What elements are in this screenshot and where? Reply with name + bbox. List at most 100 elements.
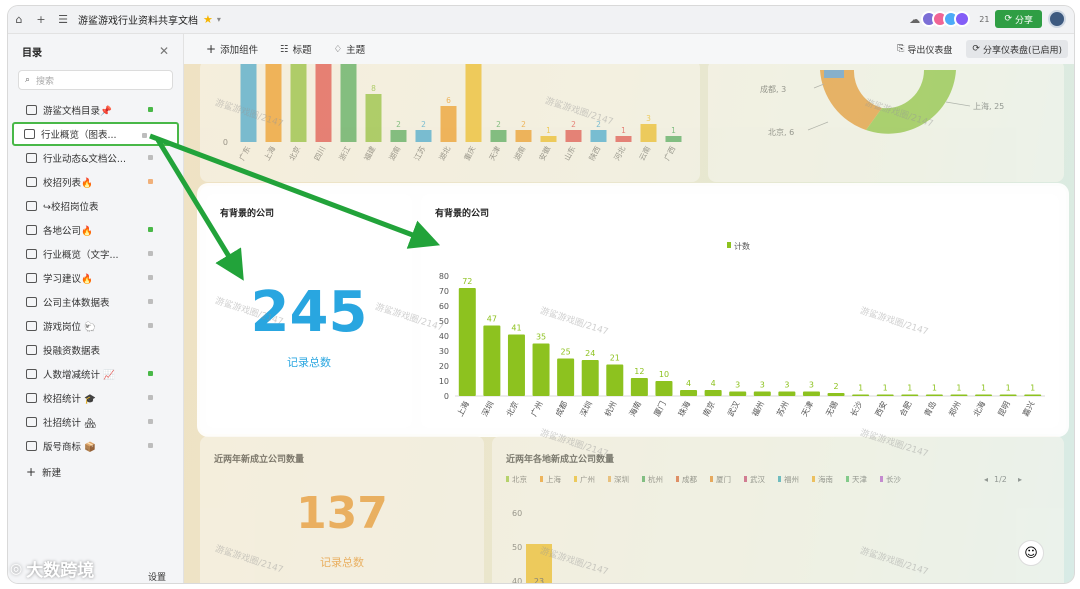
city-pie-card[interactable]: 成都, 3 上海, 25 北京, 6 — [708, 64, 1064, 182]
settings-link[interactable]: 设置 — [148, 570, 166, 583]
x-tick-label: 深圳 — [479, 399, 495, 418]
legend-label: 上海 — [546, 474, 561, 484]
bar-value-label: 3 — [809, 381, 814, 390]
status-dot — [148, 107, 153, 112]
x-tick-label: 江苏 — [411, 144, 427, 162]
document-title[interactable]: 游鲨游戏行业资料共享文档 — [78, 12, 198, 27]
sidebar-item[interactable]: 游戏岗位 🐑 — [8, 314, 183, 338]
bar — [557, 358, 575, 396]
share-button[interactable]: ⟳ 分享 — [995, 10, 1042, 28]
sidebar-item[interactable]: 行业概览（文字... — [8, 242, 183, 266]
pager-next-icon: ▸ — [1018, 475, 1022, 484]
province-bar-chart: 0 广东 上海 北京 四川 浙江 8 福建 2 湖南 2 江苏 6 湖北 重庆 2 天津 2 湖南 1 安徽 2 山东 2 陕西… — [223, 64, 682, 162]
sidebar-item[interactable]: 行业动态&文档公... — [8, 146, 183, 170]
sidebar-item[interactable]: 版号商标 📦 — [8, 434, 183, 458]
legend-swatch — [812, 476, 815, 482]
star-icon[interactable]: ★ — [203, 13, 213, 26]
sidebar-item[interactable]: 社招统计 🏘 — [8, 410, 183, 434]
status-dot — [148, 443, 153, 448]
x-tick-label: 湖南 — [386, 144, 402, 162]
table-icon — [26, 225, 37, 235]
x-tick-label: 昆明 — [996, 400, 1011, 418]
bar — [753, 391, 771, 396]
legend-swatch — [540, 476, 543, 482]
bar-value-label: 1 — [932, 384, 937, 393]
bar — [565, 130, 582, 142]
bar-value-label: 1 — [858, 384, 863, 393]
title-icon: ☷ — [280, 43, 289, 55]
sidebar-item[interactable]: 行业概览（图表... — [12, 122, 179, 146]
title-button[interactable]: ☷ 标题 — [280, 42, 312, 57]
bar — [458, 288, 476, 396]
collaborator-count: 21 — [979, 14, 990, 24]
sidebar-item[interactable]: 公司主体数据表 — [8, 290, 183, 314]
bar-value-label: 1 — [1006, 384, 1011, 393]
sidebar-item[interactable]: 各地公司🔥 — [8, 218, 183, 242]
bar — [665, 136, 682, 142]
bar-value-label: 2 — [596, 120, 601, 129]
sidebar-item[interactable]: 投融资数据表 — [8, 338, 183, 362]
x-tick-label: 厦门 — [651, 399, 667, 418]
sidebar-item[interactable]: 游鲨文档目录📌 — [8, 98, 183, 122]
province-chart-card[interactable]: 0 广东 上海 北京 四川 浙江 8 福建 2 湖南 2 江苏 6 湖北 重庆 2 天津 2 湖南 1 安徽 2 山东 2 陕西… — [200, 64, 700, 182]
x-tick-label: 福建 — [361, 144, 377, 162]
bar-value-label: 1 — [1030, 384, 1035, 393]
status-dot — [148, 155, 153, 160]
sidebar-item[interactable]: ↪校招岗位表 — [8, 194, 183, 218]
legend-swatch — [846, 476, 849, 482]
new-companies-by-city-card[interactable]: 近两年各地新成立公司数量 北京 上海 广州 深圳 杭州 成都 厦门 武汉 福州 海南 天津 长沙 ◂ 1/… — [492, 436, 1064, 583]
bar-chart-card[interactable]: 有背景的公司 计数 0 10 20 30 40 50 60 70 80 72 上海 47 深圳 41 北京 35… — [421, 194, 1059, 428]
menu-icon[interactable]: ☰ — [52, 13, 74, 26]
status-dot — [148, 227, 153, 232]
x-tick-label: 深圳 — [578, 399, 594, 418]
share-dashboard-button[interactable]: ⟳ 分享仪表盘(已启用) — [966, 40, 1068, 58]
sidebar-item[interactable]: 校招统计 🎓 — [8, 386, 183, 410]
assistant-icon[interactable]: ☺ — [1018, 540, 1044, 566]
record-count: 245 — [250, 280, 368, 345]
export-dashboard-button[interactable]: ⎘ 导出仪表盘 — [891, 40, 958, 58]
sidebar-item-label: 行业概览（文字... — [43, 250, 119, 261]
bar — [606, 364, 624, 396]
sidebar-item[interactable]: 人数增减统计 📈 — [8, 362, 183, 386]
y-tick-label: 50 — [439, 317, 449, 326]
x-tick-label: 南京 — [701, 399, 717, 418]
x-tick-label: 苏州 — [774, 399, 790, 418]
x-tick-label: 天津 — [487, 144, 502, 162]
x-tick-label: 成都 — [553, 399, 569, 418]
app-window: ⌂ + ☰ 游鲨游戏行业资料共享文档 ★ ▾ ☁ 21 ⟳ 分享 目录 ✕ ⌕ … — [8, 6, 1074, 583]
close-icon[interactable]: ✕ — [159, 44, 169, 58]
search-input[interactable]: ⌕ 搜索 — [18, 70, 173, 90]
x-tick-label: 合肥 — [897, 399, 913, 418]
add-widget-button[interactable]: + 添加组件 — [206, 42, 258, 56]
stat-card-new-companies[interactable]: 近两年新成立公司数量 137 记录总数 — [200, 436, 484, 583]
brand-logo: ◎ 大数跨境 — [10, 556, 94, 582]
sidebar-item[interactable]: 校招列表🔥 — [8, 170, 183, 194]
table-icon — [26, 417, 37, 427]
bar — [590, 130, 607, 142]
bar — [975, 394, 993, 396]
new-button[interactable]: + 新建 — [8, 460, 183, 484]
x-tick-label: 云南 — [636, 144, 652, 162]
x-tick-label: 嘉兴 — [1020, 399, 1036, 418]
collaborator-avatars[interactable] — [921, 11, 971, 27]
theme-button[interactable]: ♢ 主题 — [334, 42, 366, 57]
cloud-icon[interactable]: ☁ — [909, 13, 920, 26]
chevron-down-icon[interactable]: ▾ — [217, 15, 221, 24]
bar-value-label: 1 — [621, 126, 626, 135]
pie-label-shanghai: 上海, 25 — [973, 101, 1004, 111]
card-title: 近两年新成立公司数量 — [214, 455, 305, 465]
legend-swatch — [506, 476, 509, 482]
bar — [340, 64, 357, 142]
bar-value-label: 2 — [833, 382, 838, 391]
bar — [615, 136, 632, 142]
stat-card-background-companies[interactable]: 有背景的公司 245 记录总数 — [206, 194, 412, 428]
sidebar-item[interactable]: 学习建议🔥 — [8, 266, 183, 290]
bar-value-label: 1 — [981, 384, 986, 393]
bar-value-label: 2 — [521, 120, 526, 129]
plus-icon[interactable]: + — [30, 13, 52, 26]
dashboard-toolbar: + 添加组件 ☷ 标题 ♢ 主题 ⎘ 导出仪表盘 ⟳ 分享仪表盘(已启用) — [184, 34, 1074, 64]
home-icon[interactable]: ⌂ — [8, 13, 30, 26]
legend-swatch — [574, 476, 577, 482]
user-avatar[interactable] — [1048, 10, 1066, 28]
legend-label: 杭州 — [648, 474, 663, 484]
